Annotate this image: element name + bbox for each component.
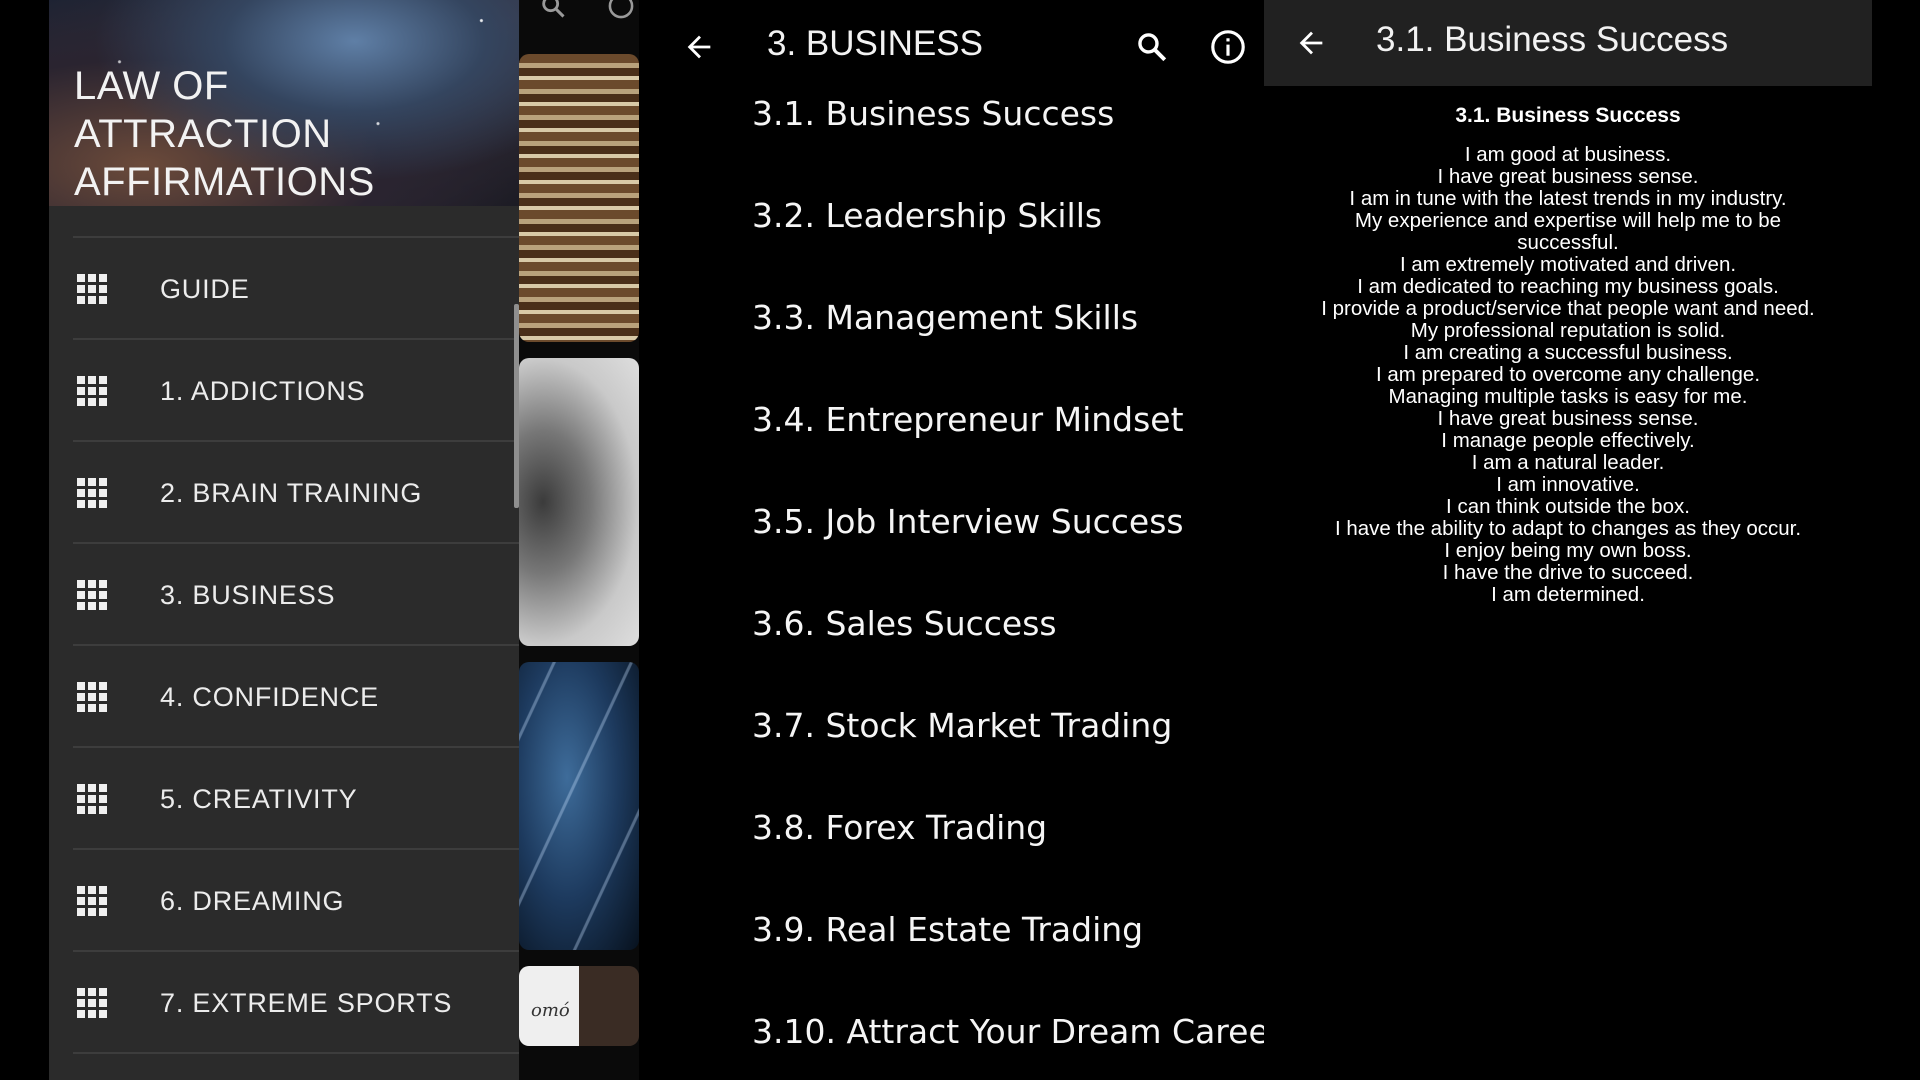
- list-item-label: 3.1. Business Success: [752, 94, 1115, 133]
- affirmation-line: I am determined.: [1491, 583, 1645, 606]
- affirmation-line: I have great business sense.: [1437, 165, 1699, 188]
- page-title: 3. BUSINESS: [767, 24, 983, 63]
- drawer-item-dreaming[interactable]: 6. DREAMING: [49, 850, 519, 952]
- detail-screen: 3.1. Business Success 3.1. Business Succ…: [1264, 0, 1872, 1080]
- list-item[interactable]: 3.10. Attract Your Dream Career: [639, 984, 1264, 1080]
- grid-icon: [77, 478, 107, 508]
- grid-icon: [77, 274, 107, 304]
- drawer-title-line: LAW OF ATTRACTION: [74, 64, 332, 156]
- list-item[interactable]: 3.1. Business Success: [639, 66, 1264, 168]
- affirmation-line: I am in tune with the latest trends in m…: [1349, 187, 1787, 210]
- info-icon[interactable]: [607, 0, 635, 20]
- drawer-item-guide[interactable]: GUIDE: [49, 238, 519, 340]
- subcategory-list: 3.1. Business Success 3.2. Leadership Sk…: [639, 66, 1264, 1080]
- drawer-item-label: GUIDE: [160, 274, 250, 304]
- drawer-item-brain-training[interactable]: 2. BRAIN TRAINING: [49, 442, 519, 544]
- list-item-label: 3.2. Leadership Skills: [752, 196, 1103, 235]
- drawer-item-label: 3. BUSINESS: [160, 580, 336, 610]
- affirmation-line: I have the ability to adapt to changes a…: [1334, 517, 1802, 540]
- affirmation-line: My professional reputation is solid.: [1410, 319, 1726, 342]
- grid-icon: [77, 886, 107, 916]
- list-item[interactable]: 3.5. Job Interview Success: [639, 474, 1264, 576]
- category-card-image[interactable]: [519, 662, 639, 950]
- divider: [73, 1052, 519, 1054]
- content-heading: 3.1. Business Success: [1455, 104, 1681, 127]
- list-item-label: 3.5. Job Interview Success: [752, 502, 1184, 541]
- grid-icon: [77, 988, 107, 1018]
- drawer-scrollbar[interactable]: [514, 304, 519, 508]
- card-image-text: omó: [531, 1000, 570, 1021]
- list-item-label: 3.9. Real Estate Trading: [752, 910, 1144, 949]
- behind-toolbar: [519, 0, 639, 52]
- affirmation-line: I enjoy being my own boss.: [1444, 539, 1692, 562]
- list-item-label: 3.3. Management Skills: [752, 298, 1139, 337]
- affirmation-line: I provide a product/service that people …: [1321, 297, 1815, 320]
- subcategory-screen: 3. BUSINESS 3.1. Business Success 3.2. L…: [639, 0, 1264, 1080]
- category-card-image[interactable]: [519, 358, 639, 646]
- search-icon[interactable]: [539, 0, 567, 20]
- drawer-item-addictions[interactable]: 1. ADDICTIONS: [49, 340, 519, 442]
- grid-icon: [77, 580, 107, 610]
- category-card-image[interactable]: omó: [519, 966, 639, 1046]
- list-item[interactable]: 3.7. Stock Market Trading: [639, 678, 1264, 780]
- list-item[interactable]: 3.6. Sales Success: [639, 576, 1264, 678]
- drawer-item-label: 4. CONFIDENCE: [160, 682, 379, 712]
- list-item[interactable]: 3.9. Real Estate Trading: [639, 882, 1264, 984]
- drawer-item-label: 2. BRAIN TRAINING: [160, 478, 423, 508]
- affirmation-line: I am extremely motivated and driven.: [1399, 253, 1737, 276]
- drawer-screen: omó LAW OF ATTRACTION AFFIRMATIONS GUIDE…: [49, 0, 639, 1080]
- info-icon[interactable]: [1209, 28, 1247, 66]
- affirmation-line: I am innovative.: [1496, 473, 1640, 496]
- list-item-label: 3.8. Forex Trading: [752, 808, 1048, 847]
- affirmation-line: I can think outside the box.: [1446, 495, 1690, 518]
- drawer-item-label: 6. DREAMING: [160, 886, 345, 916]
- grid-icon: [77, 376, 107, 406]
- drawer-item-creativity[interactable]: 5. CREATIVITY: [49, 748, 519, 850]
- affirmation-line: My experience and expertise will help me…: [1354, 209, 1782, 254]
- page-title: 3.1. Business Success: [1376, 20, 1729, 59]
- drawer-item-confidence[interactable]: 4. CONFIDENCE: [49, 646, 519, 748]
- drawer-item-business[interactable]: 3. BUSINESS: [49, 544, 519, 646]
- affirmation-line: I am dedicated to reaching my business g…: [1357, 275, 1779, 298]
- affirmation-line: I manage people effectively.: [1441, 429, 1695, 452]
- drawer-header: LAW OF ATTRACTION AFFIRMATIONS: [49, 0, 519, 206]
- list-item[interactable]: 3.3. Management Skills: [639, 270, 1264, 372]
- list-item[interactable]: 3.2. Leadership Skills: [639, 168, 1264, 270]
- affirmation-line: I have great business sense.: [1437, 407, 1699, 430]
- affirmation-content: 3.1. Business Success I am good at busin…: [1264, 104, 1872, 606]
- affirmation-line: I am prepared to overcome any challenge.: [1375, 363, 1761, 386]
- drawer-title-line: AFFIRMATIONS: [74, 160, 375, 204]
- drawer-menu: GUIDE 1. ADDICTIONS 2. BRAIN TRAINING 3.…: [49, 236, 519, 1054]
- affirmation-line: I have the drive to succeed.: [1442, 561, 1694, 584]
- affirmation-line: I am good at business.: [1464, 143, 1672, 166]
- arrow-left-icon[interactable]: [682, 30, 716, 64]
- navigation-drawer: LAW OF ATTRACTION AFFIRMATIONS GUIDE 1. …: [49, 0, 519, 1080]
- list-item[interactable]: 3.4. Entrepreneur Mindset: [639, 372, 1264, 474]
- list-item-label: 3.6. Sales Success: [752, 604, 1057, 643]
- category-card-image[interactable]: [519, 54, 639, 342]
- affirmation-line: I am a natural leader.: [1471, 451, 1665, 474]
- list-item-label: 3.7. Stock Market Trading: [752, 706, 1173, 745]
- grid-icon: [77, 682, 107, 712]
- drawer-item-label: 1. ADDICTIONS: [160, 376, 366, 406]
- grid-icon: [77, 784, 107, 814]
- affirmation-line: I am creating a successful business.: [1403, 341, 1733, 364]
- arrow-left-icon[interactable]: [1294, 26, 1328, 60]
- drawer-item-extreme-sports[interactable]: 7. EXTREME SPORTS: [49, 952, 519, 1054]
- list-item-label: 3.4. Entrepreneur Mindset: [752, 400, 1184, 439]
- search-icon[interactable]: [1135, 30, 1169, 64]
- toolbar: 3.1. Business Success: [1264, 0, 1872, 86]
- drawer-item-label: 7. EXTREME SPORTS: [160, 988, 453, 1018]
- affirmation-line: Managing multiple tasks is easy for me.: [1388, 385, 1748, 408]
- list-item-label: 3.10. Attract Your Dream Career: [752, 1012, 1264, 1051]
- drawer-item-label: 5. CREATIVITY: [160, 784, 358, 814]
- drawer-app-title: LAW OF ATTRACTION AFFIRMATIONS: [74, 62, 494, 206]
- list-item[interactable]: 3.8. Forex Trading: [639, 780, 1264, 882]
